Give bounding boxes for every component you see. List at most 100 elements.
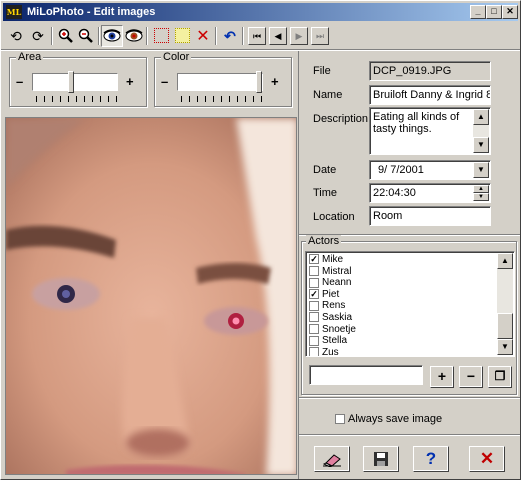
actor-item[interactable]: Snoetje <box>306 324 496 336</box>
name-input[interactable]: Bruiloft Danny & Ingrid 8 <box>369 85 491 105</box>
area-slider-thumb[interactable] <box>68 71 75 93</box>
scroll-down-button[interactable]: ▼ <box>473 137 489 153</box>
area-ticks <box>36 96 118 102</box>
rotate-right-button[interactable]: ⟳ <box>27 25 49 47</box>
color-ticks <box>181 96 263 102</box>
last-button[interactable]: ⏭ <box>311 27 329 45</box>
time-spin-down[interactable]: ▼ <box>473 193 489 201</box>
location-input[interactable]: Room <box>369 206 491 226</box>
actors-list[interactable]: ✓ Mike Mistral Neann ✓ Piet Rens Saskia Snoetje S… <box>305 251 515 357</box>
actor-checkbox[interactable] <box>309 277 319 288</box>
rotate-left-icon: ⟲ <box>10 28 22 44</box>
first-button[interactable]: ⏮ <box>248 27 266 45</box>
checkbox-box[interactable] <box>335 414 345 425</box>
toolbar-separator <box>51 27 53 45</box>
scroll-thumb[interactable] <box>497 313 513 339</box>
description-text: Eating all kinds of tasty things. <box>373 111 460 135</box>
always-save-checkbox[interactable]: Always save image <box>335 413 442 425</box>
remove-actor-button[interactable]: − <box>459 366 483 388</box>
rotate-right-icon: ⟳ <box>32 28 44 44</box>
app-icon: ML <box>6 5 22 19</box>
erase-button[interactable] <box>314 446 350 472</box>
actor-item[interactable]: ✓ Piet <box>306 289 496 301</box>
actor-item[interactable]: Mistral <box>306 266 496 278</box>
actor-item[interactable]: Neann <box>306 277 496 289</box>
panel-divider <box>299 397 520 399</box>
select-yellow-button[interactable] <box>171 25 193 47</box>
description-textarea[interactable]: Eating all kinds of tasty things. ▲ ▼ <box>369 107 491 155</box>
actors-label: Actors <box>306 235 342 247</box>
date-picker[interactable]: 9/ 7/2001 ▼ <box>369 160 491 180</box>
actor-item[interactable]: Saskia <box>306 312 496 324</box>
select-red-button[interactable] <box>150 25 172 47</box>
minimize-button[interactable]: _ <box>470 5 486 19</box>
actor-checkbox[interactable]: ✓ <box>309 289 319 300</box>
time-spin-up[interactable]: ▲ <box>473 185 489 193</box>
clear-selection-button[interactable]: ✕ <box>192 25 214 47</box>
arrow-up-icon: ▲ <box>478 186 484 192</box>
arrow-up-icon: ▲ <box>477 112 485 121</box>
copy-icon: ❐ <box>494 369 506 383</box>
close-button[interactable]: ✕ <box>502 5 518 19</box>
title-bar[interactable]: ML MiLoPhoto - Edit images _ □ ✕ <box>3 3 518 21</box>
color-minus-label: – <box>161 74 169 89</box>
toolbar-separator <box>146 27 148 45</box>
next-button[interactable]: ▶ <box>290 27 308 45</box>
color-slider-thumb[interactable] <box>256 71 262 93</box>
maximize-button[interactable]: □ <box>486 5 502 19</box>
scroll-down-button[interactable]: ▼ <box>497 339 513 355</box>
color-slider[interactable] <box>177 71 263 93</box>
actor-checkbox[interactable] <box>309 347 319 356</box>
zoom-out-button[interactable] <box>75 25 97 47</box>
time-value: 22:04:30 <box>373 187 416 199</box>
save-button[interactable] <box>363 446 399 472</box>
window-title: MiLoPhoto - Edit images <box>27 6 156 18</box>
actor-item[interactable]: ✓ Mike <box>306 254 496 266</box>
zoom-in-button[interactable] <box>55 25 77 47</box>
scroll-up-button[interactable]: ▲ <box>473 109 489 125</box>
zoom-out-icon <box>78 28 93 43</box>
cancel-button[interactable]: ✕ <box>469 446 505 472</box>
actor-name: Rens <box>322 300 346 312</box>
red-eye-right-button[interactable] <box>123 25 145 47</box>
arrow-up-icon: ▲ <box>501 256 509 265</box>
scroll-up-button[interactable]: ▲ <box>497 253 513 269</box>
area-label: Area <box>16 51 44 63</box>
actor-checkbox[interactable] <box>309 323 319 334</box>
description-scrollbar[interactable]: ▲ ▼ <box>473 109 489 153</box>
toolbar-separator <box>98 27 100 45</box>
actor-checkbox[interactable] <box>309 300 319 311</box>
copy-actors-button[interactable]: ❐ <box>488 366 512 388</box>
time-input[interactable]: 22:04:30 ▲ ▼ <box>369 183 491 203</box>
actor-item[interactable]: Stella <box>306 335 496 347</box>
new-actor-input[interactable] <box>309 365 423 385</box>
help-button[interactable]: ? <box>413 446 449 472</box>
clear-selection-icon: ✕ <box>196 28 210 45</box>
actor-checkbox[interactable] <box>309 265 319 276</box>
actor-checkbox[interactable]: ✓ <box>309 254 319 265</box>
actor-name: Mike <box>322 254 344 265</box>
red-eye-left-button[interactable] <box>101 25 123 47</box>
area-slider[interactable] <box>32 71 118 93</box>
description-label: Description <box>313 113 369 125</box>
undo-button[interactable]: ↶ <box>219 25 241 47</box>
face-photo-image <box>6 118 296 474</box>
area-group: Area – + <box>9 51 147 107</box>
add-actor-button[interactable]: + <box>430 366 454 388</box>
red-eye-left-icon <box>103 29 121 42</box>
previous-button[interactable]: ◀ <box>269 27 287 45</box>
red-eye-right-icon <box>125 29 143 42</box>
rotate-left-button[interactable]: ⟲ <box>5 25 27 47</box>
arrow-down-icon: ▼ <box>501 342 509 351</box>
actor-checkbox[interactable] <box>309 335 319 346</box>
save-icon <box>374 452 388 466</box>
actor-item[interactable]: Zus <box>306 347 496 356</box>
edit-images-window: ML MiLoPhoto - Edit images _ □ ✕ ⟲ ⟳ ✕ ↶… <box>0 0 521 480</box>
area-plus-label: + <box>126 74 134 89</box>
date-dropdown-button[interactable]: ▼ <box>473 162 489 178</box>
actor-checkbox[interactable] <box>309 312 319 323</box>
undo-icon: ↶ <box>224 28 236 44</box>
photo-preview[interactable] <box>5 117 297 475</box>
actors-scrollbar[interactable]: ▲ ▼ <box>497 253 513 355</box>
actor-item[interactable]: Rens <box>306 300 496 312</box>
